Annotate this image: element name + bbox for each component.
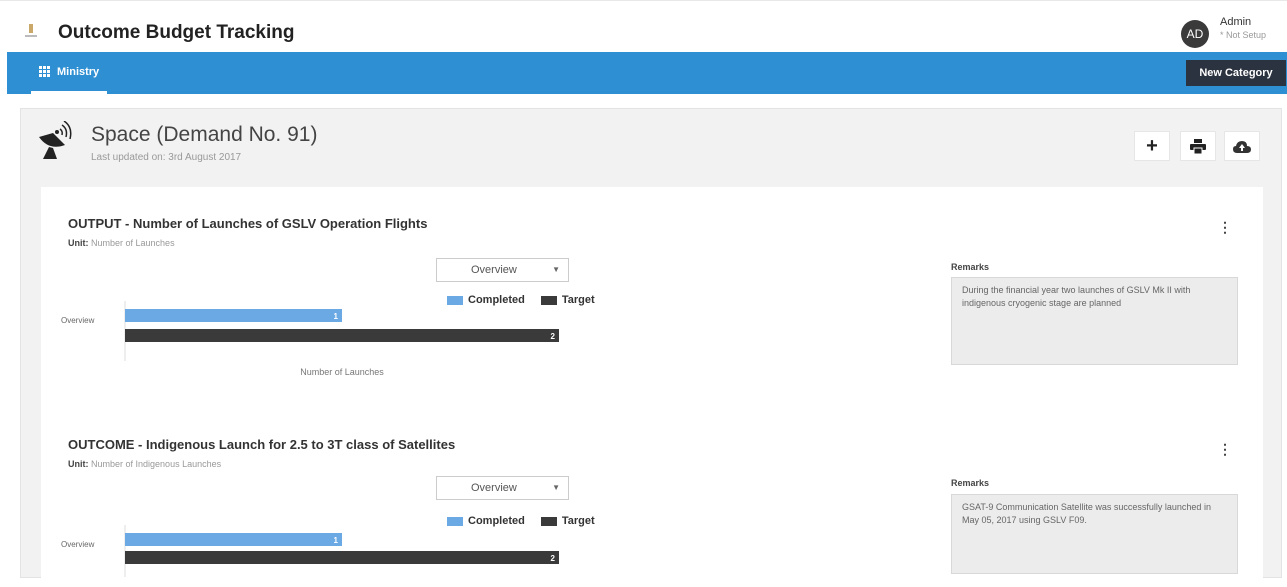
bar-target[interactable] (125, 551, 559, 564)
axis-title: Number of Launches (300, 367, 384, 377)
view-select[interactable]: Overview ▼ (436, 476, 569, 500)
last-updated: Last updated on: 3rd August 2017 (91, 152, 242, 163)
user-name: Admin (1220, 16, 1252, 28)
tab-ministry-label: Ministry (57, 65, 100, 78)
upload-button[interactable] (1224, 131, 1260, 161)
section-title: OUTCOME - Indigenous Launch for 2.5 to 3… (68, 437, 456, 452)
bar-completed[interactable] (125, 309, 342, 322)
bar-chart: Overview 1 2 (61, 525, 559, 577)
more-options-icon[interactable]: ⋮ (1218, 441, 1232, 458)
new-category-button[interactable]: New Category (1186, 60, 1286, 86)
view-select[interactable]: Overview ▼ (436, 258, 569, 282)
print-icon (1190, 138, 1206, 154)
category-label: Overview (61, 316, 95, 325)
section-unit: Unit: Number of Launches (68, 238, 175, 248)
section-title: OUTPUT - Number of Launches of GSLV Oper… (68, 216, 428, 231)
more-options-icon[interactable]: ⋮ (1218, 219, 1232, 236)
category-label: Overview (61, 540, 95, 549)
satellite-dish-icon (39, 121, 72, 159)
data-label: 1 (334, 536, 339, 545)
user-status: * Not Setup (1220, 30, 1267, 40)
chevron-down-icon: ▼ (552, 483, 560, 492)
bar-target[interactable] (125, 329, 559, 342)
remarks-label: Remarks (951, 262, 990, 272)
bar-completed[interactable] (125, 533, 342, 546)
section-unit: Unit: Number of Indigenous Launches (68, 459, 222, 469)
remarks-textarea[interactable]: GSAT-9 Communication Satellite was succe… (951, 494, 1238, 574)
app-title: Outcome Budget Tracking (58, 22, 295, 43)
data-label: 2 (551, 554, 556, 563)
chevron-down-icon: ▼ (552, 265, 560, 274)
print-button[interactable] (1180, 131, 1216, 161)
remarks-textarea[interactable]: During the financial year two launches o… (951, 277, 1238, 365)
avatar[interactable]: AD (1181, 20, 1209, 48)
plus-icon: + (1146, 134, 1158, 157)
cloud-upload-icon (1233, 140, 1251, 153)
page-title: Space (Demand No. 91) (91, 123, 318, 146)
add-button[interactable]: + (1134, 131, 1170, 161)
app-header: Outcome Budget Tracking AD Admin * Not S… (0, 0, 1287, 52)
app-logo-icon (25, 24, 37, 37)
tab-ministry[interactable]: Ministry (31, 52, 108, 94)
bar-chart: Overview Number of Launches 1 2 (61, 301, 559, 377)
nav-bar: Ministry New Category (7, 52, 1287, 94)
data-label: 1 (334, 312, 339, 321)
grid-icon (39, 66, 51, 77)
ministry-panel: Space (Demand No. 91) Last updated on: 3… (20, 108, 1282, 587)
indicator-card: OUTPUT - Number of Launches of GSLV Oper… (41, 187, 1263, 587)
remarks-label: Remarks (951, 478, 990, 488)
data-label: 2 (551, 332, 556, 341)
